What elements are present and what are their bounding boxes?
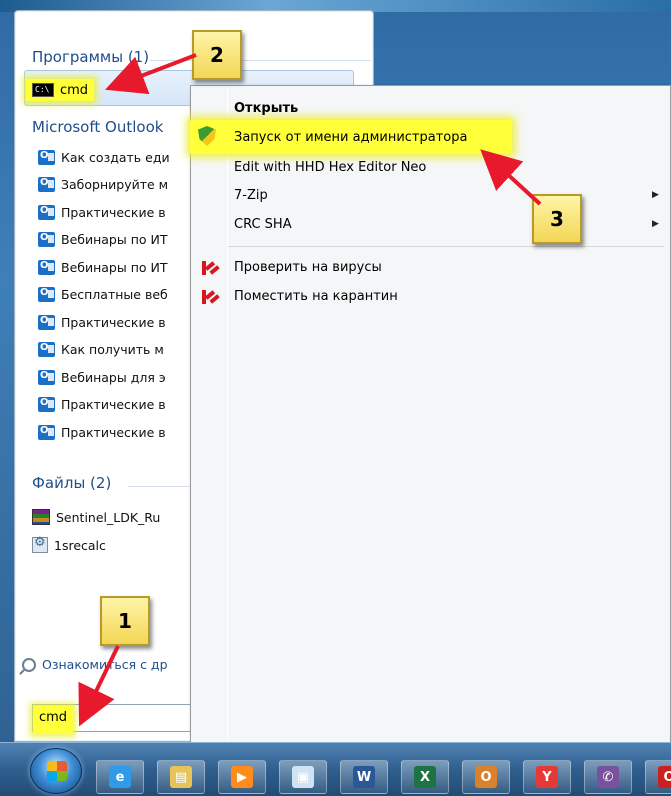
menu-item-7zip[interactable]: 7-Zip (234, 183, 268, 207)
outlook-result-label: Как создать еди (61, 149, 170, 165)
outlook-result-label: Бесплатные веб (61, 287, 168, 302)
see-more-results-link[interactable]: Ознакомиться с др (22, 657, 168, 672)
programs-header: Программы (1) (32, 48, 150, 66)
winrar-archive-icon (32, 509, 50, 525)
programs-divider (150, 60, 371, 61)
taskbar-app-button[interactable]: ▶ (218, 760, 266, 794)
taskbar-app-button[interactable]: Y (523, 760, 571, 794)
outlook-message-icon (38, 424, 55, 440)
outlook-message-icon (38, 232, 55, 247)
taskbar-app-button[interactable]: O (462, 760, 510, 794)
taskbar-app-icon: O (475, 766, 497, 788)
taskbar-app-button[interactable]: ▤ (157, 760, 205, 794)
submenu-arrow-icon: ▶ (652, 190, 659, 200)
outlook-message-icon (38, 259, 55, 275)
outlook-result-label: Как получить м (61, 342, 164, 357)
outlook-message-icon (38, 397, 55, 412)
outlook-result-label: Практические в (61, 204, 166, 220)
file-item-label: 1srecalc (54, 537, 106, 553)
taskbar-app-icon: X (414, 766, 436, 788)
executable-file-icon (32, 535, 48, 553)
outlook-result-label: Вебинары для э (61, 369, 166, 385)
outlook-message-icon (38, 369, 55, 385)
taskbar-app-icon: ▣ (292, 766, 314, 788)
submenu-arrow-icon: ▶ (652, 219, 659, 229)
outlook-result-label: Практические в (61, 424, 166, 440)
outlook-result-label: Практические в (61, 397, 166, 412)
outlook-message-icon (38, 314, 55, 330)
menu-item-run-as-admin[interactable]: Запуск от имени администратора (234, 125, 467, 149)
menu-item-hex-editor[interactable]: Edit with HHD Hex Editor Neo (234, 155, 426, 179)
taskbar-app-button[interactable]: W (340, 760, 388, 794)
callout-step-3: 3 (532, 194, 582, 244)
program-item-label: cmd (60, 82, 89, 98)
taskbar-app-icon: ▶ (231, 766, 253, 788)
outlook-message-icon (38, 342, 55, 357)
menu-item-quarantine[interactable]: Поместить на карантин (234, 284, 398, 308)
outlook-message-icon (38, 287, 55, 302)
outlook-header: Microsoft Outlook (32, 118, 164, 136)
taskbar-app-icon: O (658, 766, 671, 788)
start-search-value: cmd (33, 706, 74, 734)
kaspersky-icon (200, 289, 216, 305)
outlook-result-label: Заборнируйте м (61, 177, 169, 192)
taskbar-app-icon: e (109, 766, 131, 788)
files-header: Файлы (2) (32, 474, 112, 492)
taskbar-app-icon: ✆ (597, 766, 619, 788)
taskbar-app-button[interactable]: O (645, 760, 671, 794)
menu-item-open[interactable]: Открыть (234, 96, 298, 120)
see-more-label: Ознакомиться с др (42, 657, 168, 672)
outlook-result-label: Вебинары по ИТ (61, 232, 168, 247)
outlook-message-icon (38, 177, 55, 192)
menu-item-virus-check[interactable]: Проверить на вирусы (234, 255, 382, 279)
taskbar-app-icon: W (353, 766, 375, 788)
file-item-label: Sentinel_LDK_Ru (56, 509, 161, 525)
taskbar-app-icon: Y (536, 766, 558, 788)
taskbar-app-icon: ▤ (170, 766, 192, 788)
callout-step-1: 1 (100, 596, 150, 646)
program-item-cmd[interactable]: C:\ cmd (26, 79, 95, 101)
menu-item-crc-sha[interactable]: CRC SHA (234, 212, 292, 236)
taskbar-app-button[interactable]: X (401, 760, 449, 794)
taskbar-app-button[interactable]: ✆ (584, 760, 632, 794)
kaspersky-icon (200, 260, 216, 276)
callout-step-2: 2 (192, 30, 242, 80)
outlook-result-label: Вебинары по ИТ (61, 259, 168, 275)
context-menu-icon-gutter (227, 88, 228, 742)
search-icon (22, 657, 36, 672)
cmd-console-icon: C:\ (32, 83, 54, 97)
outlook-result-label: Практические в (61, 314, 166, 330)
taskbar-app-button[interactable]: ▣ (279, 760, 327, 794)
taskbar-app-button[interactable]: e (96, 760, 144, 794)
menu-separator (228, 246, 664, 247)
start-button[interactable] (30, 748, 82, 794)
outlook-message-icon (38, 149, 55, 165)
outlook-message-icon (38, 204, 55, 220)
